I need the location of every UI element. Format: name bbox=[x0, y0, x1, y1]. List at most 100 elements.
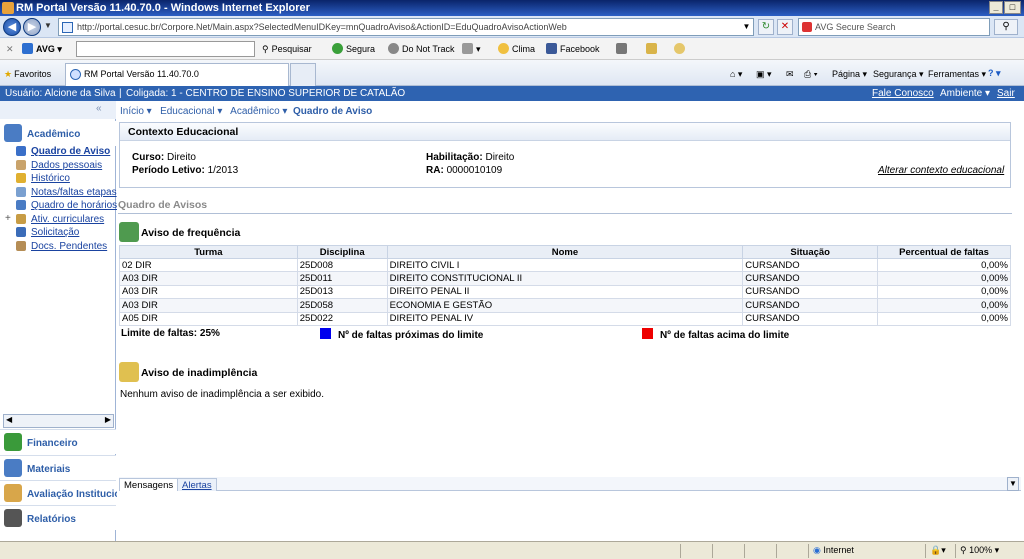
sidebar-section-icon bbox=[4, 484, 22, 502]
contexto-title: Contexto Educacional bbox=[120, 123, 1010, 141]
calculator-icon[interactable] bbox=[616, 41, 630, 57]
table-cell: A03 DIR bbox=[119, 284, 298, 300]
expand-icon[interactable]: + bbox=[5, 212, 11, 225]
address-dropdown-icon[interactable]: ▼ bbox=[740, 20, 753, 34]
ie-app-icon bbox=[2, 2, 14, 14]
address-url: http://portal.cesuc.br/Corpore.Net/Main.… bbox=[77, 22, 567, 32]
sidebar-section[interactable]: Relatórios bbox=[0, 505, 116, 530]
breadcrumb-current: Quadro de Aviso bbox=[293, 106, 373, 117]
table-cell: CURSANDO bbox=[742, 257, 879, 273]
stop-icon[interactable]: ✕ bbox=[777, 19, 793, 35]
new-tab-button[interactable] bbox=[290, 63, 316, 86]
clima-button[interactable]: Clima bbox=[498, 41, 535, 57]
do-not-track-button[interactable]: Do Not Track bbox=[388, 41, 455, 57]
periodo-field: Período Letivo: 1/2013 bbox=[132, 165, 239, 176]
table-cell: A03 DIR bbox=[119, 271, 298, 286]
fale-conosco-link[interactable]: Fale Conosco bbox=[872, 86, 934, 101]
trash-menu-button[interactable]: ▾ bbox=[462, 41, 481, 57]
sidebar-item[interactable]: Docs. Pendentes bbox=[16, 240, 107, 253]
sidebar-item[interactable]: Histórico bbox=[16, 172, 70, 185]
table-cell: 25D011 bbox=[296, 271, 388, 286]
column-header[interactable]: Disciplina bbox=[296, 245, 388, 259]
table-cell: 25D058 bbox=[296, 298, 388, 313]
column-header[interactable]: Situação bbox=[742, 245, 879, 259]
back-icon[interactable]: ◀ bbox=[3, 18, 21, 36]
protected-mode-icon[interactable]: 🔒▾ bbox=[925, 544, 953, 558]
sidebar-section[interactable]: Financeiro bbox=[0, 429, 116, 454]
ambiente-menu[interactable]: Ambiente ▾ bbox=[940, 86, 990, 101]
table-cell: DIREITO CONSTITUCIONAL II bbox=[386, 271, 744, 286]
sidebar-section[interactable]: Avaliação Institucional bbox=[0, 480, 135, 505]
print-icon[interactable]: ⎙ ▾ bbox=[804, 66, 817, 82]
home-icon[interactable]: ⌂ ▾ bbox=[730, 66, 742, 82]
sidebar-item[interactable]: Quadro de horários bbox=[16, 199, 117, 212]
sidebar-item-icon bbox=[16, 213, 26, 224]
legend-acima: Nº de faltas acima do limite bbox=[642, 328, 789, 341]
seguranca-menu[interactable]: Segurança ▾ bbox=[873, 66, 924, 82]
column-header[interactable]: Percentual de faltas bbox=[877, 245, 1011, 259]
breadcrumb-academico[interactable]: Acadêmico ▾ bbox=[230, 106, 287, 117]
zoom-control[interactable]: ⚲ 100% ▾ bbox=[955, 544, 1021, 558]
address-bar[interactable]: http://portal.cesuc.br/Corpore.Net/Main.… bbox=[58, 18, 754, 36]
sidebar-item[interactable]: Quadro de Aviso bbox=[16, 145, 110, 158]
table-cell: A05 DIR bbox=[119, 311, 298, 326]
avg-search-field[interactable] bbox=[76, 41, 255, 57]
sidebar-horizontal-scrollbar[interactable]: ◀ ▶ bbox=[3, 414, 114, 428]
table-row: 02 DIR 25D008 DIREITO CIVIL I CURSANDO 0,00% bbox=[119, 257, 1011, 273]
browser-tab-portal[interactable]: RM Portal Versão 11.40.70.0 bbox=[65, 63, 289, 86]
section-academico[interactable]: Acadêmico bbox=[0, 121, 116, 146]
tab-alertas[interactable]: Alertas bbox=[177, 478, 217, 491]
maximize-button[interactable]: □ bbox=[1004, 1, 1021, 14]
column-header[interactable]: Nome bbox=[386, 245, 744, 259]
minimize-button[interactable]: _ bbox=[989, 1, 1003, 14]
refresh-icon[interactable]: ↻ bbox=[758, 19, 774, 35]
search-tool-icon[interactable] bbox=[674, 41, 688, 57]
sidebar-item-label: Ativ. curriculares bbox=[31, 213, 105, 225]
avg-menu-button[interactable]: AVG ▾ bbox=[22, 41, 62, 57]
breadcrumb-educacional[interactable]: Educacional ▾ bbox=[160, 106, 222, 117]
sair-link[interactable]: Sair bbox=[997, 86, 1015, 101]
segura-button[interactable]: Segura bbox=[332, 41, 375, 57]
search-go-icon[interactable]: ⚲ bbox=[994, 19, 1018, 35]
shield-icon bbox=[332, 43, 343, 54]
tab-mensagens[interactable]: Mensagens bbox=[119, 478, 179, 491]
sidebar-item[interactable]: Notas/faltas etapas bbox=[16, 186, 117, 199]
sidebar-section[interactable]: Materiais bbox=[0, 455, 116, 480]
magnifier-icon: ⚲ bbox=[262, 44, 269, 54]
forward-icon[interactable]: ▶ bbox=[23, 18, 41, 36]
frequencia-icon bbox=[119, 222, 139, 242]
table-cell: 0,00% bbox=[877, 257, 1011, 273]
sidebar-item-icon bbox=[16, 146, 26, 156]
avg-toolbar: ✕ AVG ▾ ⚲ Pesquisar Segura Do Not Track ▾… bbox=[0, 38, 1024, 60]
scroll-right-icon[interactable]: ▶ bbox=[105, 415, 111, 424]
scroll-left-icon[interactable]: ◀ bbox=[6, 415, 12, 424]
page-icon bbox=[62, 22, 73, 33]
table-cell: CURSANDO bbox=[742, 271, 879, 286]
pagina-menu[interactable]: Página ▾ bbox=[832, 66, 867, 82]
sidebar-item-label: Notas/faltas etapas bbox=[31, 186, 117, 198]
message-scroll-down-icon[interactable]: ▼ bbox=[1007, 477, 1019, 491]
pesquisar-button[interactable]: ⚲ Pesquisar bbox=[262, 41, 312, 57]
sidebar-item[interactable]: Ativ. curriculares + bbox=[5, 213, 105, 226]
column-header[interactable]: Turma bbox=[119, 245, 298, 259]
facebook-button[interactable]: Facebook bbox=[546, 41, 600, 57]
favorites-button[interactable]: ★ Favoritos bbox=[4, 66, 51, 82]
table-cell: DIREITO CIVIL I bbox=[386, 257, 744, 273]
ferramentas-menu[interactable]: Ferramentas ▾ bbox=[928, 66, 986, 82]
mail-icon[interactable]: ✉ bbox=[786, 66, 794, 82]
history-dropdown-icon[interactable]: ▼ bbox=[44, 21, 52, 30]
red-square-icon bbox=[642, 328, 653, 339]
search-input[interactable]: AVG Secure Search bbox=[798, 18, 990, 36]
close-toolbar-icon[interactable]: ✕ bbox=[6, 41, 14, 57]
breadcrumb-inicio[interactable]: Início ▾ bbox=[120, 106, 152, 117]
academico-icon bbox=[4, 124, 22, 142]
collapse-sidebar-icon[interactable]: « bbox=[96, 103, 102, 114]
sidebar-item[interactable]: Solicitação bbox=[16, 226, 79, 239]
help-icon[interactable]: ? ▾ bbox=[988, 65, 1001, 81]
sidebar-section-label: Relatórios bbox=[27, 514, 76, 525]
alterar-contexto-link[interactable]: Alterar contexto educacional bbox=[878, 165, 1004, 176]
notes-icon[interactable] bbox=[646, 41, 660, 57]
sidebar-item[interactable]: Dados pessoais bbox=[16, 159, 102, 172]
facebook-icon bbox=[546, 43, 557, 54]
feeds-icon[interactable]: ▣ ▾ bbox=[756, 66, 772, 82]
